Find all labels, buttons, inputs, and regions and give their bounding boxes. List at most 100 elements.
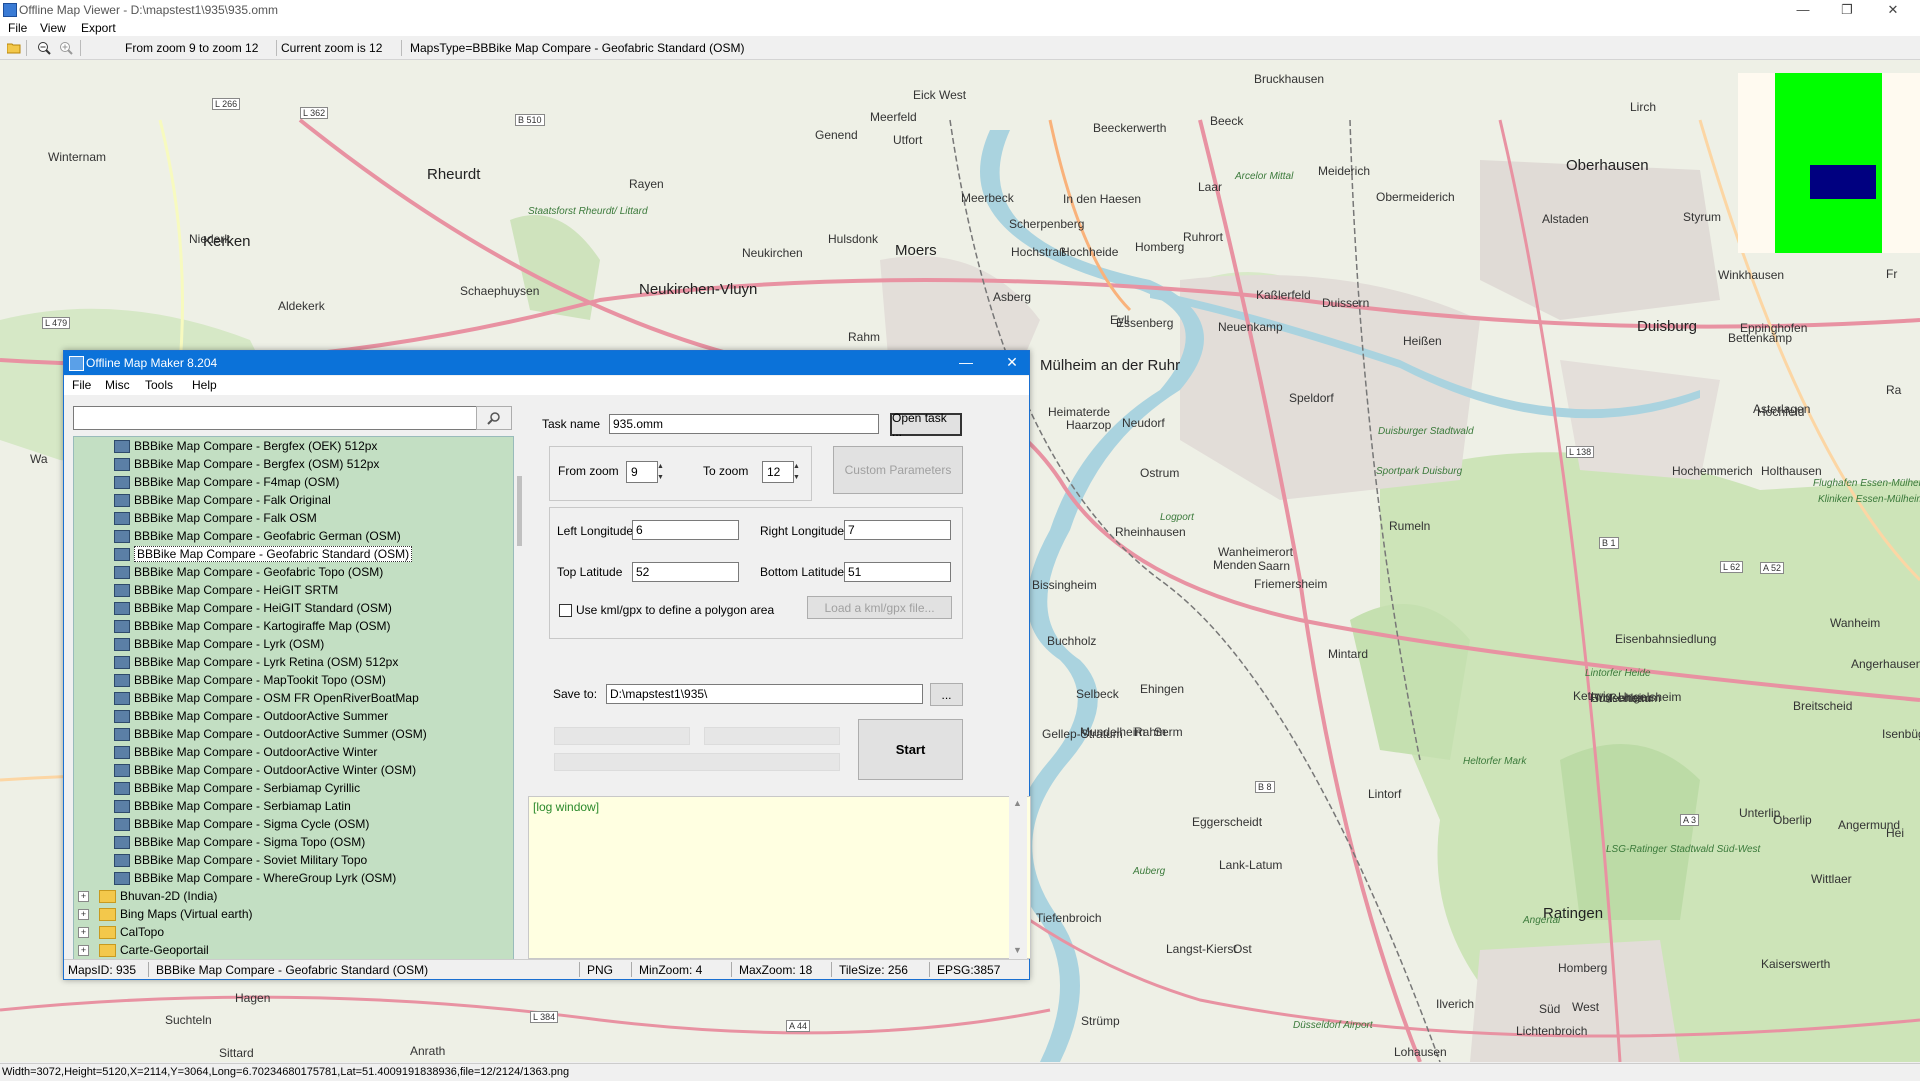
from-zoom-stepper[interactable]: ▲ ▼: [657, 462, 667, 482]
tree-item[interactable]: BBBike Map Compare - Serbiamap Latin: [114, 797, 351, 815]
tree-item[interactable]: BBBike Map Compare - Soviet Military Top…: [114, 851, 367, 869]
start-button[interactable]: Start: [858, 719, 963, 780]
tree-item[interactable]: BBBike Map Compare - OutdoorActive Winte…: [114, 761, 416, 779]
save-to-input[interactable]: [606, 684, 923, 704]
tree-item[interactable]: BBBike Map Compare - Geofabric Topo (OSM…: [114, 563, 383, 581]
menu-view[interactable]: View: [40, 21, 66, 35]
tree-item[interactable]: BBBike Map Compare - HeiGIT SRTM: [114, 581, 338, 599]
kml-polygon-checkbox[interactable]: [559, 604, 572, 617]
minimize-button[interactable]: —: [1793, 2, 1813, 17]
map-search-input[interactable]: [73, 406, 483, 430]
tree-item[interactable]: BBBike Map Compare - Lyrk Retina (OSM) 5…: [114, 653, 398, 671]
map-source-tree[interactable]: BBBike Map Compare - Bergfex (OEK) 512px…: [73, 436, 514, 960]
log-window[interactable]: [log window]: [528, 796, 1031, 959]
log-text: [log window]: [533, 800, 600, 814]
map-place-label: Friemersheim: [1254, 577, 1328, 591]
log-scroll-down-icon[interactable]: ▼: [1013, 945, 1022, 955]
dialog-menu-tools[interactable]: Tools: [145, 378, 173, 392]
tree-item[interactable]: BBBike Map Compare - Falk Original: [114, 491, 331, 509]
expand-icon[interactable]: +: [78, 890, 89, 902]
map-layer-icon: [114, 511, 130, 525]
expand-icon[interactable]: +: [78, 926, 89, 938]
tree-item[interactable]: BBBike Map Compare - OSM FR OpenRiverBoa…: [114, 689, 419, 707]
tree-item[interactable]: BBBike Map Compare - HeiGIT Standard (OS…: [114, 599, 392, 617]
map-place-label: Neukirchen-Vluyn: [639, 281, 758, 298]
tree-item[interactable]: BBBike Map Compare - OutdoorActive Summe…: [114, 725, 427, 743]
left-longitude-input[interactable]: [632, 520, 739, 540]
from-zoom-value[interactable]: 9: [626, 461, 658, 483]
tree-item[interactable]: BBBike Map Compare - Geofabric Standard …: [114, 545, 413, 563]
tree-item[interactable]: BBBike Map Compare - Bergfex (OEK) 512px: [114, 437, 377, 455]
map-place-label: Oberhausen: [1566, 157, 1649, 174]
to-zoom-stepper[interactable]: ▲ ▼: [793, 462, 803, 482]
tree-scrollbar[interactable]: [516, 436, 524, 958]
dialog-menu-misc[interactable]: Misc: [105, 378, 130, 392]
dialog-minimize-button[interactable]: —: [954, 354, 978, 370]
tree-item-label: BBBike Map Compare - F4map (OSM): [134, 475, 340, 489]
map-layer-icon: [114, 745, 130, 759]
dialog-close-button[interactable]: ✕: [1000, 354, 1024, 371]
right-longitude-label: Right Longitude: [760, 524, 845, 538]
dialog-menu-help[interactable]: Help: [192, 378, 217, 392]
tree-item[interactable]: BBBike Map Compare - OutdoorActive Summe…: [114, 707, 388, 725]
to-zoom-value[interactable]: 12: [762, 461, 794, 483]
tree-item[interactable]: BBBike Map Compare - Falk OSM: [114, 509, 317, 527]
top-latitude-input[interactable]: [632, 562, 739, 582]
right-longitude-input[interactable]: [844, 520, 951, 540]
map-layer-icon: [114, 565, 130, 579]
menu-export[interactable]: Export: [81, 21, 116, 35]
tree-item[interactable]: BBBike Map Compare - F4map (OSM): [114, 473, 339, 491]
map-layer-icon: [114, 457, 130, 471]
menu-file[interactable]: File: [8, 21, 27, 35]
map-place-label: Rheurdt: [427, 166, 481, 183]
tree-item[interactable]: BBBike Map Compare - Serbiamap Cyrillic: [114, 779, 360, 797]
tree-item[interactable]: BBBike Map Compare - WhereGroup Lyrk (OS…: [114, 869, 396, 887]
tree-folder[interactable]: + Bhuvan-2D (India): [78, 887, 217, 905]
map-layer-icon: [114, 853, 130, 867]
tree-item[interactable]: BBBike Map Compare - MapTookit Topo (OSM…: [114, 671, 386, 689]
map-area-label: Lintorfer Heide: [1585, 668, 1651, 679]
close-button[interactable]: ✕: [1883, 2, 1903, 18]
custom-parameters-button[interactable]: Custom Parameters: [833, 446, 963, 494]
browse-button[interactable]: ...: [930, 683, 963, 706]
zoom-out-icon[interactable]: [36, 40, 52, 56]
task-name-input[interactable]: [609, 414, 879, 434]
map-place-label: Laar: [1198, 180, 1223, 194]
bottom-latitude-input[interactable]: [844, 562, 951, 582]
dialog-menu-file[interactable]: File: [72, 378, 91, 392]
map-place-label: Duisburg: [1637, 318, 1698, 335]
dialog-menubar: File Misc Tools Help: [64, 376, 1029, 395]
map-place-label: Neuenkamp: [1218, 320, 1283, 334]
log-scroll-up-icon[interactable]: ▲: [1013, 798, 1022, 808]
tree-item[interactable]: BBBike Map Compare - Geofabric German (O…: [114, 527, 401, 545]
map-place-label: Rahm: [1134, 725, 1167, 739]
map-place-label: Lirch: [1630, 100, 1657, 114]
tree-item-label: BBBike Map Compare - Serbiamap Latin: [134, 799, 351, 813]
load-kml-button[interactable]: Load a kml/gpx file...: [807, 596, 952, 619]
expand-icon[interactable]: +: [78, 944, 89, 956]
status-separator: [579, 962, 580, 977]
tree-item[interactable]: BBBike Map Compare - Kartogiraffe Map (O…: [114, 617, 391, 635]
tree-item[interactable]: BBBike Map Compare - Sigma Topo (OSM): [114, 833, 365, 851]
map-place-label: Haarzop: [1066, 418, 1112, 432]
expand-icon[interactable]: +: [78, 908, 89, 920]
restore-button[interactable]: ❐: [1837, 2, 1857, 18]
tree-item-label: BBBike Map Compare - Falk OSM: [134, 511, 317, 525]
task-name-label: Task name: [542, 417, 601, 431]
minimap-viewport[interactable]: [1810, 165, 1876, 199]
log-scrollbar[interactable]: ▲ ▼: [1009, 796, 1027, 959]
search-button[interactable]: [476, 406, 512, 430]
open-folder-icon[interactable]: [6, 40, 22, 56]
open-task-button[interactable]: Open task ...: [890, 411, 962, 439]
tree-item[interactable]: BBBike Map Compare - OutdoorActive Winte…: [114, 743, 377, 761]
map-place-label: Isenbügel: [1882, 727, 1920, 741]
tree-item[interactable]: BBBike Map Compare - Lyrk (OSM): [114, 635, 324, 653]
tree-item[interactable]: BBBike Map Compare - Bergfex (OSM) 512px: [114, 455, 379, 473]
tree-scrollbar-thumb[interactable]: [517, 476, 522, 546]
tree-folder[interactable]: + CalTopo: [78, 923, 164, 941]
zoom-in-icon[interactable]: [58, 40, 74, 56]
tree-item[interactable]: BBBike Map Compare - Sigma Cycle (OSM): [114, 815, 369, 833]
minimap[interactable]: [1738, 73, 1920, 253]
tree-folder[interactable]: + Carte-Geoportail: [78, 941, 209, 959]
tree-folder[interactable]: + Bing Maps (Virtual earth): [78, 905, 253, 923]
